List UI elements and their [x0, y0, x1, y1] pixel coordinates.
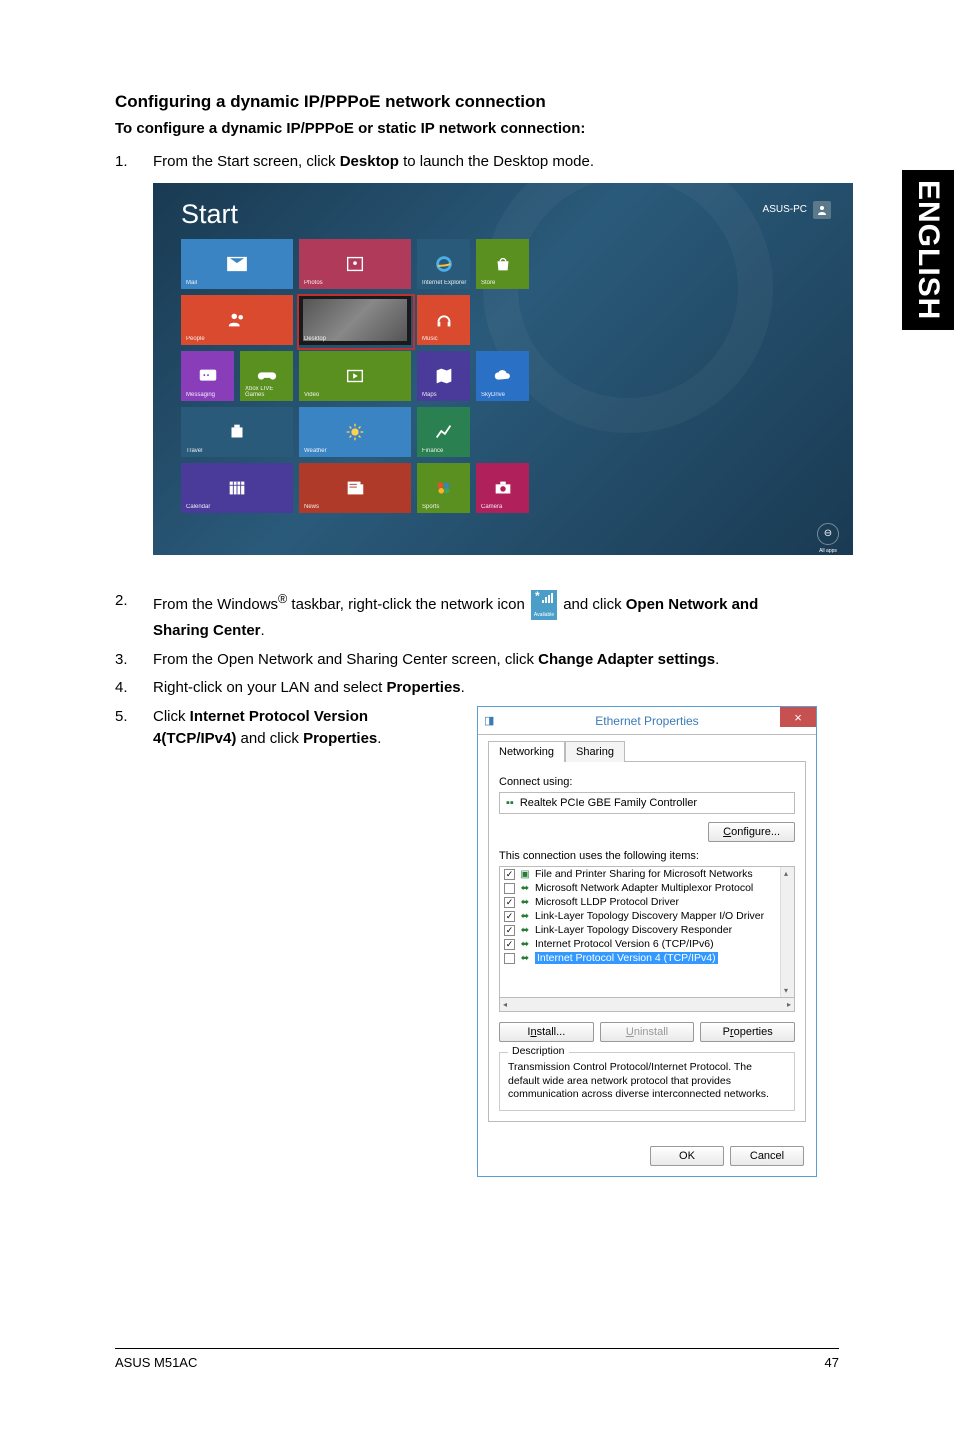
- step-number: 2.: [115, 590, 153, 642]
- tile-games[interactable]: Xbox LIVE Games: [240, 351, 293, 401]
- share-icon: ▣: [519, 869, 531, 880]
- network-tray-icon[interactable]: Available: [531, 590, 557, 620]
- start-screen: Start ASUS-PC Mail People Messaging Xbox…: [153, 183, 853, 555]
- horizontal-scrollbar[interactable]: ◂▸: [499, 998, 795, 1012]
- connection-items-list[interactable]: ✓ ▣ File and Printer Sharing for Microsoft…: [499, 866, 795, 998]
- protocol-icon: ⬌: [519, 897, 531, 908]
- language-tab: ENGLISH: [902, 170, 954, 330]
- tile-people[interactable]: People: [181, 295, 293, 345]
- tile-maps[interactable]: Maps: [417, 351, 470, 401]
- item-label: Microsoft LLDP Protocol Driver: [535, 896, 679, 908]
- item-label: Link-Layer Topology Discovery Mapper I/O…: [535, 910, 764, 922]
- step-text: From the Open Network and Sharing Center…: [153, 649, 817, 671]
- tile-travel[interactable]: Travel: [181, 407, 293, 457]
- page-footer: ASUS M51AC 47: [115, 1348, 839, 1370]
- properties-button[interactable]: Properties: [700, 1022, 795, 1042]
- list-item[interactable]: ✓ ⬌ Microsoft LLDP Protocol Driver: [500, 895, 794, 909]
- tile-mail[interactable]: Mail: [181, 239, 293, 289]
- section-heading: Configuring a dynamic IP/PPPoE network c…: [115, 92, 817, 112]
- step-text: From the Windows® taskbar, right-click t…: [153, 590, 817, 642]
- step-1: 1. From the Start screen, click Desktop …: [115, 151, 817, 173]
- tile-finance[interactable]: Finance: [417, 407, 470, 457]
- tile-skydrive[interactable]: SkyDrive: [476, 351, 529, 401]
- checkbox[interactable]: [504, 883, 515, 894]
- item-label: Internet Protocol Version 4 (TCP/IPv4): [535, 952, 718, 964]
- tile-ie[interactable]: Internet Explorer: [417, 239, 470, 289]
- step-2: 2. From the Windows® taskbar, right-clic…: [115, 590, 817, 642]
- dialog-titlebar: ◨ Ethernet Properties ×: [478, 707, 816, 735]
- tile-video[interactable]: Video: [299, 351, 411, 401]
- tile-camera[interactable]: Camera: [476, 463, 529, 513]
- list-item[interactable]: ✓ ⬌ Internet Protocol Version 6 (TCP/IPv6): [500, 937, 794, 951]
- footer-page-number: 47: [825, 1355, 839, 1370]
- tile-store[interactable]: Store: [476, 239, 529, 289]
- adapter-name: Realtek PCIe GBE Family Controller: [520, 797, 697, 809]
- protocol-icon: ⬌: [519, 883, 531, 894]
- user-avatar-icon: [813, 201, 831, 219]
- dialog-title: Ethernet Properties: [595, 714, 698, 728]
- checkbox[interactable]: ✓: [504, 953, 515, 964]
- tile-music[interactable]: Music: [417, 295, 470, 345]
- list-item[interactable]: ✓ ▣ File and Printer Sharing for Microsoft…: [500, 867, 794, 881]
- install-button[interactable]: Install...: [499, 1022, 594, 1042]
- step-number: 3.: [115, 649, 153, 671]
- description-group: Description Transmission Control Protoco…: [499, 1052, 795, 1111]
- ok-button[interactable]: OK: [650, 1146, 724, 1166]
- tile-news[interactable]: News: [299, 463, 411, 513]
- protocol-icon: ⬌: [519, 939, 531, 950]
- list-item[interactable]: ✓ ⬌ Internet Protocol Version 4 (TCP/IPv4): [500, 951, 794, 965]
- checkbox[interactable]: ✓: [504, 939, 515, 950]
- tab-networking[interactable]: Networking: [488, 741, 565, 762]
- checkbox[interactable]: ✓: [504, 911, 515, 922]
- tile-messaging[interactable]: Messaging: [181, 351, 234, 401]
- tab-sharing[interactable]: Sharing: [565, 741, 625, 762]
- step-number: 4.: [115, 677, 153, 699]
- list-item[interactable]: ⬌ Microsoft Network Adapter Multiplexor P…: [500, 881, 794, 895]
- step-text: From the Start screen, click Desktop to …: [153, 151, 817, 173]
- description-text: Transmission Control Protocol/Internet P…: [508, 1061, 786, 1102]
- tile-calendar[interactable]: Calendar: [181, 463, 293, 513]
- tile-sports[interactable]: Sports: [417, 463, 470, 513]
- section-subheading: To configure a dynamic IP/PPPoE or stati…: [115, 120, 817, 137]
- step-text: Click Internet Protocol Version 4(TCP/IP…: [153, 706, 453, 750]
- tile-desktop[interactable]: Desktop: [299, 295, 411, 345]
- dialog-icon: ◨: [484, 714, 494, 727]
- protocol-icon: ⬌: [519, 911, 531, 922]
- checkbox[interactable]: ✓: [504, 869, 515, 880]
- start-title: Start: [181, 199, 238, 230]
- item-label: Microsoft Network Adapter Multiplexor Pr…: [535, 882, 753, 894]
- tile-photos[interactable]: Photos: [299, 239, 411, 289]
- adapter-icon: ▪▪: [506, 797, 514, 809]
- protocol-icon: ⬌: [519, 925, 531, 936]
- checkbox[interactable]: ✓: [504, 897, 515, 908]
- step-number: 1.: [115, 151, 153, 173]
- checkbox[interactable]: ✓: [504, 925, 515, 936]
- ethernet-properties-dialog: ◨ Ethernet Properties × Networking Shari…: [477, 706, 817, 1177]
- item-label: Internet Protocol Version 6 (TCP/IPv6): [535, 938, 714, 950]
- list-item[interactable]: ✓ ⬌ Link-Layer Topology Discovery Mapper I…: [500, 909, 794, 923]
- step-3: 3. From the Open Network and Sharing Cen…: [115, 649, 817, 671]
- items-label: This connection uses the following items…: [499, 850, 795, 862]
- list-item[interactable]: ✓ ⬌ Link-Layer Topology Discovery Responde…: [500, 923, 794, 937]
- close-button[interactable]: ×: [780, 707, 816, 727]
- vertical-scrollbar[interactable]: ▴▾: [780, 867, 794, 997]
- step-4: 4. Right-click on your LAN and select Pr…: [115, 677, 817, 699]
- description-legend: Description: [508, 1045, 569, 1057]
- user-name: ASUS-PC: [763, 204, 807, 215]
- tile-weather[interactable]: Weather: [299, 407, 411, 457]
- adapter-field: ▪▪ Realtek PCIe GBE Family Controller: [499, 792, 795, 814]
- step-5: 5. Click Internet Protocol Version 4(TCP…: [115, 706, 453, 750]
- footer-model: ASUS M51AC: [115, 1355, 197, 1370]
- user-badge[interactable]: ASUS-PC: [763, 201, 831, 219]
- configure-button[interactable]: Configure...: [708, 822, 795, 842]
- cancel-button[interactable]: Cancel: [730, 1146, 804, 1166]
- all-apps-button[interactable]: ⊖All apps: [817, 523, 839, 545]
- protocol-icon: ⬌: [519, 953, 531, 964]
- step-text: Right-click on your LAN and select Prope…: [153, 677, 817, 699]
- step-number: 5.: [115, 706, 153, 750]
- connect-using-label: Connect using:: [499, 776, 795, 788]
- item-label: Link-Layer Topology Discovery Responder: [535, 924, 732, 936]
- item-label: File and Printer Sharing for Microsoft N…: [535, 868, 753, 880]
- uninstall-button: Uninstall: [600, 1022, 695, 1042]
